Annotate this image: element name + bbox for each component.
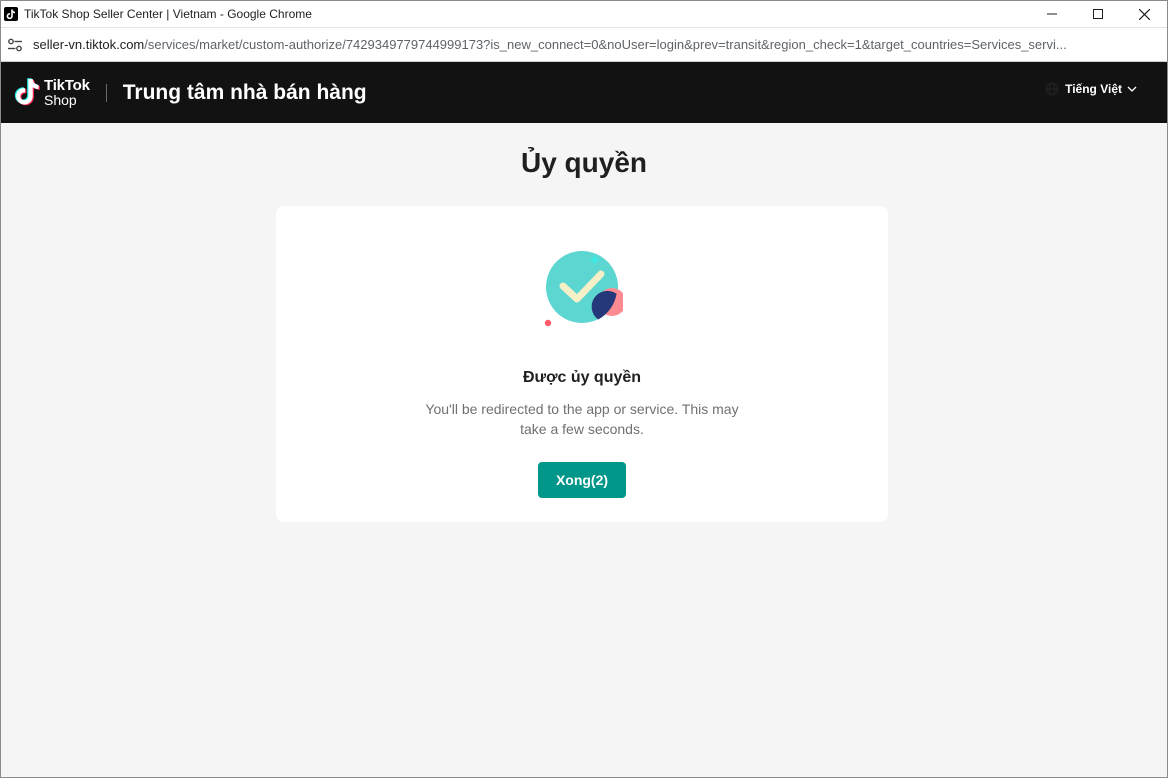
header-title: Trung tâm nhà bán hàng (122, 80, 367, 104)
logo-wordmark: TikTok Shop (44, 76, 90, 108)
card-description: You'll be redirected to the app or servi… (425, 401, 739, 437)
window-controls (1029, 1, 1167, 27)
globe-icon (1045, 82, 1059, 96)
page-title: Ủy quyền (520, 147, 648, 178)
card-heading: Được ủy quyền (522, 369, 642, 386)
window-titlebar: TikTok Shop Seller Center | Vietnam - Go… (1, 1, 1167, 27)
logo-line-shop: Shop (44, 91, 77, 108)
minimize-icon (1047, 13, 1057, 15)
tiktok-shop-logo[interactable]: TikTok Shop (12, 73, 90, 113)
check-circle-illustration (544, 251, 623, 327)
language-label: Tiếng Việt (1065, 82, 1122, 96)
logo-line-tiktok: TikTok (44, 76, 90, 94)
close-icon (1138, 8, 1150, 20)
tune-icon[interactable] (5, 35, 25, 55)
tiktok-icon (4, 7, 18, 21)
url-path: /services/market/custom-authorize/742934… (144, 37, 1067, 52)
tiktok-logo-icon (14, 77, 40, 105)
language-selector[interactable]: Tiếng Việt (1045, 82, 1137, 96)
url-text[interactable]: seller-vn.tiktok.com/services/market/cus… (33, 37, 1143, 52)
close-window-button[interactable] (1121, 1, 1167, 27)
maximize-icon (1093, 9, 1103, 19)
header-divider (105, 83, 107, 102)
minimize-button[interactable] (1029, 1, 1075, 27)
maximize-button[interactable] (1075, 1, 1121, 27)
chevron-down-icon (1127, 86, 1137, 92)
url-host: seller-vn.tiktok.com (33, 37, 145, 52)
site-header: TikTok Shop Trung tâm nhà bán hàng Tiếng… (1, 62, 1167, 123)
done-button[interactable]: Xong(2) (538, 462, 626, 498)
address-bar[interactable]: seller-vn.tiktok.com/services/market/cus… (1, 27, 1167, 62)
authorization-card: Được ủy quyền You'll be redirected to th… (276, 206, 888, 522)
window-title: TikTok Shop Seller Center | Vietnam - Go… (24, 7, 312, 21)
